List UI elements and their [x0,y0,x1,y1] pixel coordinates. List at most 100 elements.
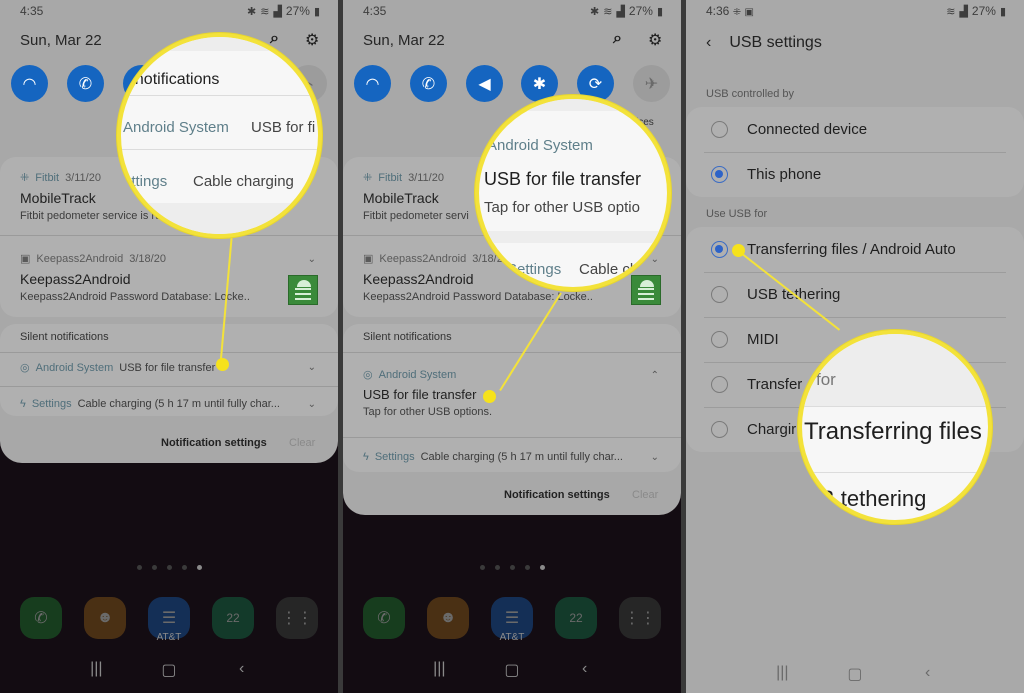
magnifier-band [479,231,667,243]
wifi-calling-icon: ✆ [78,75,93,93]
radio-button-selected[interactable] [711,166,728,183]
carrier-label: AT&T [499,632,525,643]
android-system-icon: ◎ [363,369,373,381]
silent-notification-group: Silent notifications ◎ Android System US… [343,324,681,472]
radio-button[interactable] [711,121,728,138]
page-dot [151,565,157,570]
recents-button[interactable]: ||| [424,660,454,680]
magnified-text: ettings [123,173,168,190]
radio-button-selected[interactable] [711,241,728,258]
section-label-use-usb-for: Use USB for [706,208,768,220]
bluetooth-icon: ✱ [532,75,547,93]
bluetooth-icon: ✱ [247,5,257,18]
back-button[interactable]: ‹ [913,664,943,684]
clear-button[interactable]: Clear [632,489,658,501]
battery-icon: ▮ [313,5,320,18]
notification-app: Android System [35,361,114,374]
wifi-calling-toggle[interactable]: ✆ [67,65,104,102]
magnifier-callout: t notifications Android System USB for f… [117,33,322,238]
wifi-calling-icon: ≋ [260,5,270,18]
magnified-text: Settings [507,261,562,278]
notification-time: 3/11/20 [65,171,101,184]
wifi-toggle[interactable]: ◠ [11,65,48,102]
notification-app: Fitbit [35,171,60,184]
chevron-down-icon[interactable]: ⌄ [308,362,316,373]
wifi-calling-icon: ≋ [603,5,613,18]
radio-button[interactable] [711,331,728,348]
phone-screen-usb-settings: 4:36 ⁜ ▣ ≋ ▟ 27% ▮ ‹ USB settings USB co… [686,0,1024,693]
sound-toggle[interactable]: ◀ [466,65,503,102]
clear-button[interactable]: Clear [289,437,315,449]
radio-button[interactable] [711,286,728,303]
home-button[interactable]: ▢ [154,660,184,680]
chevron-up-icon[interactable]: ⌃ [651,370,659,381]
page-dot-active [196,565,202,570]
option-label: Connected device [747,121,868,138]
option-connected-device[interactable]: Connected device [686,107,1024,152]
notification-keepass[interactable]: ▣ Keepass2Android 3/18/20 Keepass2Androi… [20,252,318,304]
airplane-mode-toggle[interactable]: ✈ [633,65,670,102]
magnified-text: Transferring files [804,418,982,445]
option-label: This phone [747,166,822,183]
chevron-down-icon[interactable]: ⌄ [651,452,659,463]
silent-notification-group: Silent notifications ◎ Android System US… [0,324,338,416]
option-label: Transferring files / Android Auto [747,241,956,258]
back-arrow-icon[interactable]: ‹ [706,34,711,52]
notification-title: Keepass2Android [20,271,131,287]
gear-icon[interactable]: ⚙ [648,30,662,50]
option-this-phone[interactable]: This phone [686,152,1024,197]
page-indicator [0,565,338,570]
notification-app: Settings [31,398,72,410]
notification-settings-charging[interactable]: ϟ Settings Cable charging (5 h 17 m unti… [363,451,641,463]
callout-pin [483,390,496,403]
option-usb-tethering[interactable]: USB tethering [686,272,1024,317]
back-button[interactable]: ‹ [227,660,257,680]
status-time: 4:35 [20,4,44,18]
radio-button[interactable] [711,376,728,393]
signal-icon: ▟ [959,5,968,18]
notification-app: Android System [378,368,457,381]
notification-text: USB for file transfer [119,361,216,374]
notification-body: Tap for other USB options. [363,406,493,418]
recents-button[interactable]: ||| [81,660,111,680]
page-dot [136,565,142,570]
notification-android-system[interactable]: ◎ Android System USB for file transfer [20,361,298,375]
chevron-down-icon[interactable]: ⌄ [308,399,316,410]
home-button[interactable]: ▢ [840,664,870,684]
magnifier-callout: for Transferring files B tethering [798,330,992,524]
battery-percent: 27% [971,4,996,18]
carrier-label: AT&T [156,632,182,643]
silent-notifications-label: Silent notifications [363,331,452,343]
controlled-by-group: Connected device This phone [686,107,1024,197]
page-dot [166,565,172,570]
chevron-down-icon[interactable]: ⌄ [651,254,659,265]
back-button[interactable]: ‹ [570,660,600,680]
wifi-icon: ◠ [22,75,37,93]
magnified-text: Android System [123,119,229,136]
notification-android-system-expanded[interactable]: ◎ Android System USB for file transfer T… [363,368,661,419]
notification-settings-button[interactable]: Notification settings [161,437,267,449]
page-dot [524,565,530,570]
notification-settings-charging[interactable]: ϟ Settings Cable charging (5 h 17 m unti… [20,398,298,410]
recents-button[interactable]: ||| [767,664,797,684]
battery-icon: ▮ [656,5,663,18]
notification-settings-button[interactable]: Notification settings [504,489,610,501]
status-time: 4:35 [363,4,387,18]
radio-button[interactable] [711,421,728,438]
battery-percent: 27% [628,4,653,18]
chevron-down-icon[interactable]: ⌄ [308,254,316,265]
signal-icon: ▟ [273,5,282,18]
home-button[interactable]: ▢ [497,660,527,680]
wifi-calling-toggle[interactable]: ✆ [410,65,447,102]
divider [0,352,338,353]
wifi-toggle[interactable]: ◠ [354,65,391,102]
notification-text: Cable charging (5 h 17 m until fully cha… [77,398,280,410]
fitbit-icon: ⁜ [363,172,373,184]
magnifier-band [121,203,318,234]
callout-pin [216,358,229,371]
search-icon[interactable]: ⌕ [613,30,622,48]
magnifier-band [479,99,667,111]
magnifier-divider [802,406,988,407]
option-label: Transfer [747,376,803,393]
keepass-app-icon [631,275,661,305]
